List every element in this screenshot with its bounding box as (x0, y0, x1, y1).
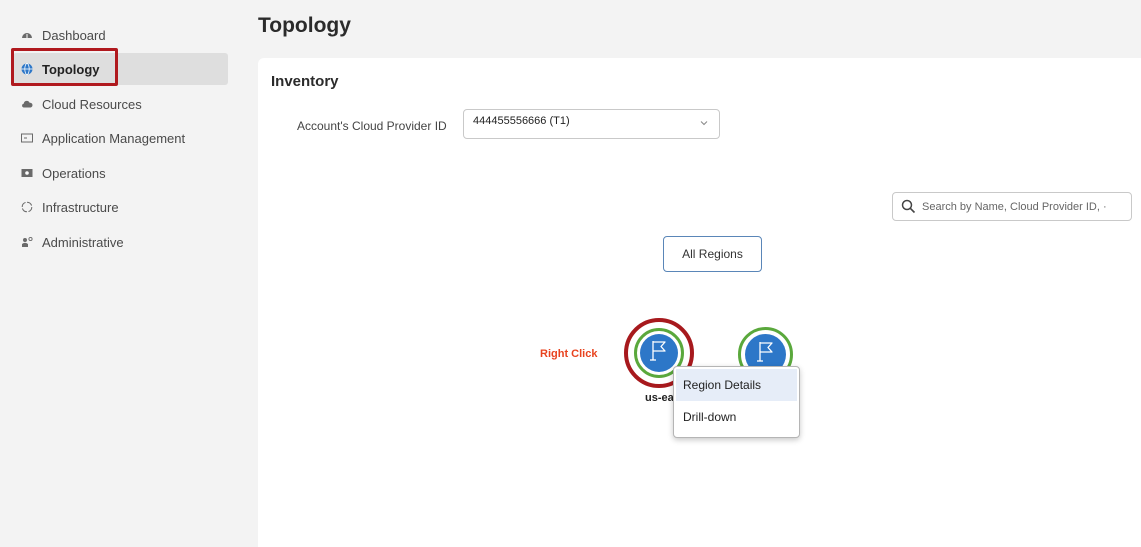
flag-icon (755, 340, 777, 369)
sidebar: Dashboard Topology Cloud Resources Appli… (0, 0, 240, 547)
search-icon (901, 199, 916, 214)
sidebar-item-topology[interactable]: Topology (13, 53, 228, 85)
dashboard-icon (21, 29, 33, 41)
context-menu-item-drill-down[interactable]: Drill-down (674, 401, 799, 433)
sidebar-item-label: Operations (42, 165, 106, 181)
sidebar-item-operations[interactable]: Operations (13, 157, 228, 189)
sidebar-item-label: Dashboard (42, 27, 106, 43)
search-box[interactable] (892, 192, 1132, 221)
sidebar-item-administrative[interactable]: Administrative (13, 226, 228, 258)
cloud-provider-id-label: Account's Cloud Provider ID (297, 119, 447, 133)
right-click-annotation: Right Click (540, 348, 598, 360)
page-title: Topology (258, 14, 351, 37)
sidebar-item-label: Cloud Resources (42, 96, 142, 112)
inventory-title: Inventory (271, 73, 339, 90)
cloud-provider-id-select[interactable]: 444455556666 (T1) (463, 109, 720, 139)
sidebar-item-label: Administrative (42, 234, 124, 250)
inventory-panel: Inventory Account's Cloud Provider ID 44… (258, 58, 1141, 547)
flag-icon (648, 339, 670, 368)
operations-icon (21, 167, 33, 179)
all-regions-button[interactable]: All Regions (663, 236, 762, 272)
sidebar-item-cloud-resources[interactable]: Cloud Resources (13, 88, 228, 120)
sidebar-item-label: Infrastructure (42, 199, 119, 215)
search-input[interactable] (922, 200, 1131, 213)
sidebar-item-dashboard[interactable]: Dashboard (13, 19, 228, 51)
cloud-provider-id-value: 444455556666 (T1) (473, 115, 570, 127)
sidebar-item-label: Application Management (42, 130, 186, 146)
cloud-icon (21, 98, 33, 110)
sidebar-item-label: Topology (42, 61, 100, 77)
context-menu: Region Details Drill-down (673, 366, 800, 438)
app-window-icon (21, 132, 33, 144)
sidebar-item-infrastructure[interactable]: Infrastructure (13, 191, 228, 223)
admin-icon (21, 236, 33, 248)
context-menu-item-region-details[interactable]: Region Details (676, 369, 797, 401)
globe-icon (21, 63, 33, 75)
sidebar-item-application-management[interactable]: Application Management (13, 122, 228, 154)
chevron-down-icon (699, 118, 709, 130)
infrastructure-icon (21, 201, 33, 213)
region-node-us-east[interactable] (640, 334, 678, 372)
